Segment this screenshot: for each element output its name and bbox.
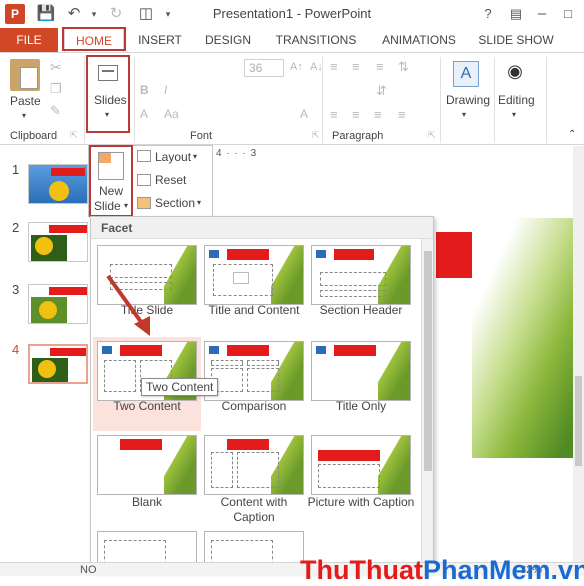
slide-thumbnail-4[interactable] bbox=[28, 344, 88, 384]
section-dropdown-icon[interactable]: ▾ bbox=[197, 198, 201, 207]
group-font-label: Font bbox=[190, 130, 213, 142]
drawing-button[interactable]: Drawing bbox=[446, 93, 490, 107]
main-scroll-thumb[interactable] bbox=[575, 376, 582, 466]
maximize-icon[interactable]: □ bbox=[558, 4, 578, 24]
layout-picture-caption-label[interactable]: Picture with Caption bbox=[306, 495, 416, 510]
collapse-ribbon-icon[interactable]: ⌃ bbox=[568, 129, 576, 140]
bullets-icon[interactable]: ≡ bbox=[330, 59, 338, 74]
section-icon[interactable] bbox=[137, 197, 151, 209]
tooltip: Two Content bbox=[141, 378, 219, 396]
layout-blank-thumb[interactable] bbox=[97, 435, 197, 495]
numbering-icon[interactable]: ≡ bbox=[352, 59, 360, 74]
character-spacing-icon[interactable]: Aa bbox=[164, 107, 179, 121]
font-color-icon[interactable]: A bbox=[140, 107, 148, 121]
paste-icon[interactable] bbox=[10, 59, 40, 91]
highlight-slides-button bbox=[86, 55, 130, 133]
slide-thumbnail-2[interactable] bbox=[28, 222, 88, 262]
layout-dropdown-icon[interactable]: ▾ bbox=[193, 152, 197, 161]
layout-title-content-thumb[interactable] bbox=[204, 245, 304, 305]
slide-thumbnail-3[interactable] bbox=[28, 284, 88, 324]
editing-button[interactable]: Editing bbox=[498, 93, 535, 107]
ribbon-display-options-icon[interactable]: ▤ bbox=[506, 4, 526, 24]
layout-comparison-thumb[interactable] bbox=[204, 341, 304, 401]
tab-design[interactable]: DESIGN bbox=[200, 28, 256, 52]
binoculars-icon[interactable]: ◉ bbox=[503, 61, 527, 85]
tab-insert[interactable]: INSERT bbox=[134, 28, 186, 52]
editing-dropdown-icon[interactable]: ▾ bbox=[512, 110, 516, 119]
paragraph-launcher-icon[interactable]: ⇱ bbox=[428, 130, 436, 141]
line-spacing-icon[interactable]: ⇅ bbox=[398, 59, 409, 75]
increase-font-icon[interactable]: A↑ bbox=[290, 61, 303, 73]
italic-icon[interactable]: I bbox=[164, 83, 167, 97]
font-size-box[interactable]: 36 bbox=[244, 59, 284, 77]
change-case-icon[interactable]: A bbox=[300, 107, 308, 121]
paste-button[interactable]: Paste bbox=[10, 94, 41, 108]
slide-number-2: 2 bbox=[12, 220, 20, 235]
slide-number-1: 1 bbox=[12, 162, 20, 177]
format-painter-icon[interactable]: ✎ bbox=[50, 103, 61, 119]
highlight-home-tab bbox=[62, 27, 126, 51]
help-button[interactable]: ? bbox=[478, 4, 498, 24]
tab-slide-show[interactable]: SLIDE SHOW bbox=[476, 28, 556, 52]
decrease-font-icon[interactable]: A↓ bbox=[310, 61, 323, 73]
layout-title-only-label[interactable]: Title Only bbox=[306, 399, 416, 414]
reset-icon[interactable] bbox=[137, 174, 151, 186]
drawing-icon[interactable]: A bbox=[453, 61, 479, 87]
tab-file[interactable]: FILE bbox=[0, 28, 58, 52]
layout-picture-caption-thumb[interactable] bbox=[311, 435, 411, 495]
section-button[interactable]: Section bbox=[155, 196, 195, 210]
gallery-scrollbar[interactable] bbox=[421, 239, 433, 571]
layout-comparison-label[interactable]: Comparison bbox=[199, 399, 309, 414]
main-slide-green-shape bbox=[472, 218, 580, 458]
ruler: 4 · · · 3 bbox=[216, 148, 258, 159]
font-launcher-icon[interactable]: ⇱ bbox=[312, 130, 320, 141]
layout-two-content-label[interactable]: Two Content bbox=[92, 399, 202, 414]
align-right-icon[interactable]: ≡ bbox=[374, 107, 382, 122]
gallery-header bbox=[91, 217, 433, 239]
layout-section-header-thumb[interactable] bbox=[311, 245, 411, 305]
status-notes[interactable]: NO bbox=[80, 564, 97, 576]
layout-section-header-label[interactable]: Section Header bbox=[306, 303, 416, 318]
paste-dropdown-icon[interactable]: ▾ bbox=[22, 111, 26, 120]
gallery-theme-name: Facet bbox=[101, 221, 133, 235]
text-direction-icon[interactable]: ⇵ bbox=[376, 83, 387, 99]
clipboard-launcher-icon[interactable]: ⇱ bbox=[70, 130, 78, 141]
tab-transitions[interactable]: TRANSITIONS bbox=[270, 28, 362, 52]
layout-button[interactable]: Layout bbox=[155, 150, 191, 164]
title-bar: P 💾 ↶ ▾ ↻ ◫ ▾ Presentation1 - PowerPoint… bbox=[0, 0, 584, 28]
main-slide-canvas[interactable] bbox=[412, 218, 580, 458]
layout-content-caption-thumb[interactable] bbox=[204, 435, 304, 495]
watermark: ThuThuatPhanMem.vn bbox=[300, 555, 584, 585]
slides-menu: New Slide ▾ Layout ▾ Reset Section ▾ bbox=[88, 145, 213, 217]
layout-title-only-thumb[interactable] bbox=[311, 341, 411, 401]
highlight-new-slide bbox=[89, 145, 133, 217]
layout-blank-label[interactable]: Blank bbox=[92, 495, 202, 510]
layout-title-content-label[interactable]: Title and Content bbox=[199, 303, 309, 318]
indent-icon[interactable]: ≡ bbox=[376, 59, 384, 74]
bold-icon[interactable]: B bbox=[140, 83, 149, 97]
copy-icon[interactable]: ❐ bbox=[50, 81, 62, 97]
align-center-icon[interactable]: ≡ bbox=[352, 107, 360, 122]
layout-content-caption-label[interactable]: Content with Caption bbox=[199, 495, 309, 525]
slide-thumbnail-1[interactable] bbox=[28, 164, 88, 204]
main-scrollbar[interactable] bbox=[573, 146, 584, 562]
group-clipboard-label: Clipboard bbox=[10, 130, 58, 142]
tab-animations[interactable]: ANIMATIONS bbox=[374, 28, 464, 52]
ribbon: Paste ▾ ✂ ❐ ✎ Clipboard ⇱ Slides ▾ 36 A↑… bbox=[0, 52, 584, 145]
gallery-scroll-thumb[interactable] bbox=[424, 251, 432, 471]
reset-button[interactable]: Reset bbox=[155, 173, 186, 187]
justify-icon[interactable]: ≡ bbox=[398, 107, 406, 122]
annotation-arrow bbox=[106, 274, 150, 336]
layout-icon[interactable] bbox=[137, 150, 151, 162]
cut-icon[interactable]: ✂ bbox=[50, 59, 62, 76]
slide-number-3: 3 bbox=[12, 282, 20, 297]
minimize-icon[interactable]: – bbox=[532, 4, 552, 24]
slide-number-4: 4 bbox=[12, 342, 20, 357]
group-paragraph-label: Paragraph bbox=[332, 130, 384, 142]
drawing-dropdown-icon[interactable]: ▾ bbox=[462, 110, 466, 119]
align-left-icon[interactable]: ≡ bbox=[330, 107, 338, 122]
